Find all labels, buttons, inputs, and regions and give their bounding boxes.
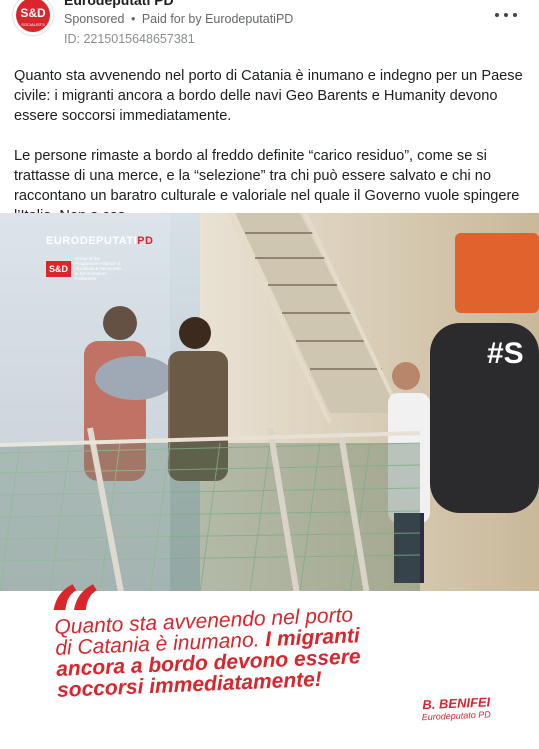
page-avatar[interactable]: S&D SOCIALISTS bbox=[12, 0, 54, 36]
avatar-logo: S&D SOCIALISTS bbox=[16, 0, 50, 32]
sponsored-label: Sponsored bbox=[64, 12, 125, 26]
sd-group-text: Group of the Progressive Alliance of Soc… bbox=[75, 256, 122, 281]
ship-hashtag-mark: #S bbox=[487, 337, 524, 370]
more-dots-icon bbox=[513, 13, 517, 17]
more-dots-icon bbox=[495, 13, 499, 17]
brand-eurodeputati: EURODEPUTATI bbox=[46, 235, 138, 247]
meta-separator: • bbox=[130, 12, 136, 26]
ad-creative-image[interactable]: #S EURODEPUTATIPD S&D Group of the Progr… bbox=[0, 213, 539, 749]
paid-for-label: Paid for by bbox=[141, 12, 202, 26]
more-options-button[interactable] bbox=[495, 8, 517, 22]
page-name-link[interactable]: Eurodeputati PD bbox=[64, 0, 174, 8]
more-dots-icon bbox=[504, 13, 508, 17]
avatar-sub-label: SOCIALISTS bbox=[21, 22, 45, 27]
post-header: S&D SOCIALISTS Eurodeputati PD Sponsored… bbox=[0, 0, 539, 56]
post-paragraph: Quanto sta avvenendo nel porto di Catani… bbox=[14, 68, 523, 124]
brand-pd: PD bbox=[137, 235, 154, 247]
avatar-label: S&D bbox=[20, 6, 46, 20]
payer-name: EurodeputatiPD bbox=[205, 12, 294, 26]
eurodeputati-brand: EURODEPUTATIPD S&D Group of the Progress… bbox=[46, 235, 153, 281]
quote-signature: B. BENIFEI Eurodeputato PD bbox=[380, 694, 491, 724]
sd-logo: S&D bbox=[46, 260, 72, 277]
sponsored-line: Sponsored • Paid for by EurodeputatiPD bbox=[64, 12, 293, 26]
ad-id: ID: 2215015648657381 bbox=[64, 32, 195, 46]
